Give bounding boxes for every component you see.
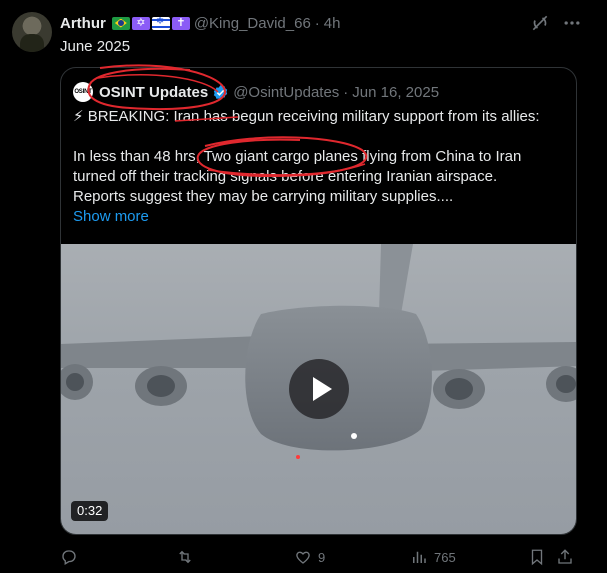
repost-icon: [179, 550, 191, 564]
bookmark-button[interactable]: [528, 546, 546, 568]
quote-line-3: turned off their tracking signals before…: [73, 168, 498, 185]
share-icon: [558, 549, 572, 564]
like-button[interactable]: 9: [294, 546, 325, 568]
separator-dot: ·: [314, 14, 320, 32]
brazil-flag-icon: [111, 16, 130, 30]
views-icon: [413, 551, 426, 563]
repost-button[interactable]: [176, 546, 200, 568]
post-header: Arthur ✡ ✝ @King_David_66 · 4h: [60, 13, 340, 33]
israel-flag-icon: [151, 16, 170, 30]
post-text: June 2025: [60, 38, 131, 55]
share-button[interactable]: [556, 546, 574, 568]
quote-avatar[interactable]: OSINT: [73, 82, 93, 102]
action-bar: 9 765: [60, 546, 580, 568]
quoted-post[interactable]: OSINT OSINT Updates @OsintUpdates · Jun …: [60, 67, 577, 535]
quote-author-name[interactable]: OSINT Updates: [99, 84, 208, 101]
quote-text: ⚡ BREAKING: Iran has begun receiving mil…: [73, 107, 568, 227]
heart-icon: [296, 551, 310, 564]
bookmark-icon: [531, 549, 543, 566]
quote-header: OSINT OSINT Updates @OsintUpdates · Jun …: [73, 82, 439, 102]
video-player[interactable]: 0:32: [61, 244, 576, 534]
reply-icon: [62, 550, 76, 565]
author-name[interactable]: Arthur: [60, 15, 106, 32]
quote-date[interactable]: Jun 16, 2025: [352, 84, 439, 101]
views-count: 765: [434, 549, 456, 565]
quote-line-2: In less than 48 hrs, Two giant cargo pla…: [73, 148, 522, 165]
post-time[interactable]: 4h: [324, 15, 341, 32]
author-handle[interactable]: @King_David_66: [194, 15, 311, 32]
quote-line-1: ⚡ BREAKING: Iran has begun receiving mil…: [73, 108, 540, 125]
reply-button[interactable]: [60, 546, 84, 568]
post[interactable]: Arthur ✡ ✝ @King_David_66 · 4h June 2025…: [0, 0, 607, 573]
show-more-link[interactable]: Show more: [73, 207, 568, 227]
star-of-david-icon: ✡: [131, 16, 150, 30]
latin-cross-icon: ✝: [171, 16, 190, 30]
grok-icon[interactable]: [530, 13, 550, 33]
video-duration: 0:32: [71, 501, 109, 521]
author-badges: ✡ ✝: [111, 16, 190, 30]
play-button[interactable]: [289, 359, 349, 419]
author-avatar[interactable]: [12, 12, 52, 52]
verified-badge-icon: [214, 84, 228, 100]
separator-dot: ·: [343, 83, 349, 101]
views-button[interactable]: 765: [410, 546, 456, 568]
more-icon[interactable]: [562, 13, 582, 33]
quote-handle[interactable]: @OsintUpdates: [233, 84, 339, 101]
like-count: 9: [318, 549, 326, 565]
quote-line-4: Reports suggest they may be carrying mil…: [73, 188, 454, 205]
